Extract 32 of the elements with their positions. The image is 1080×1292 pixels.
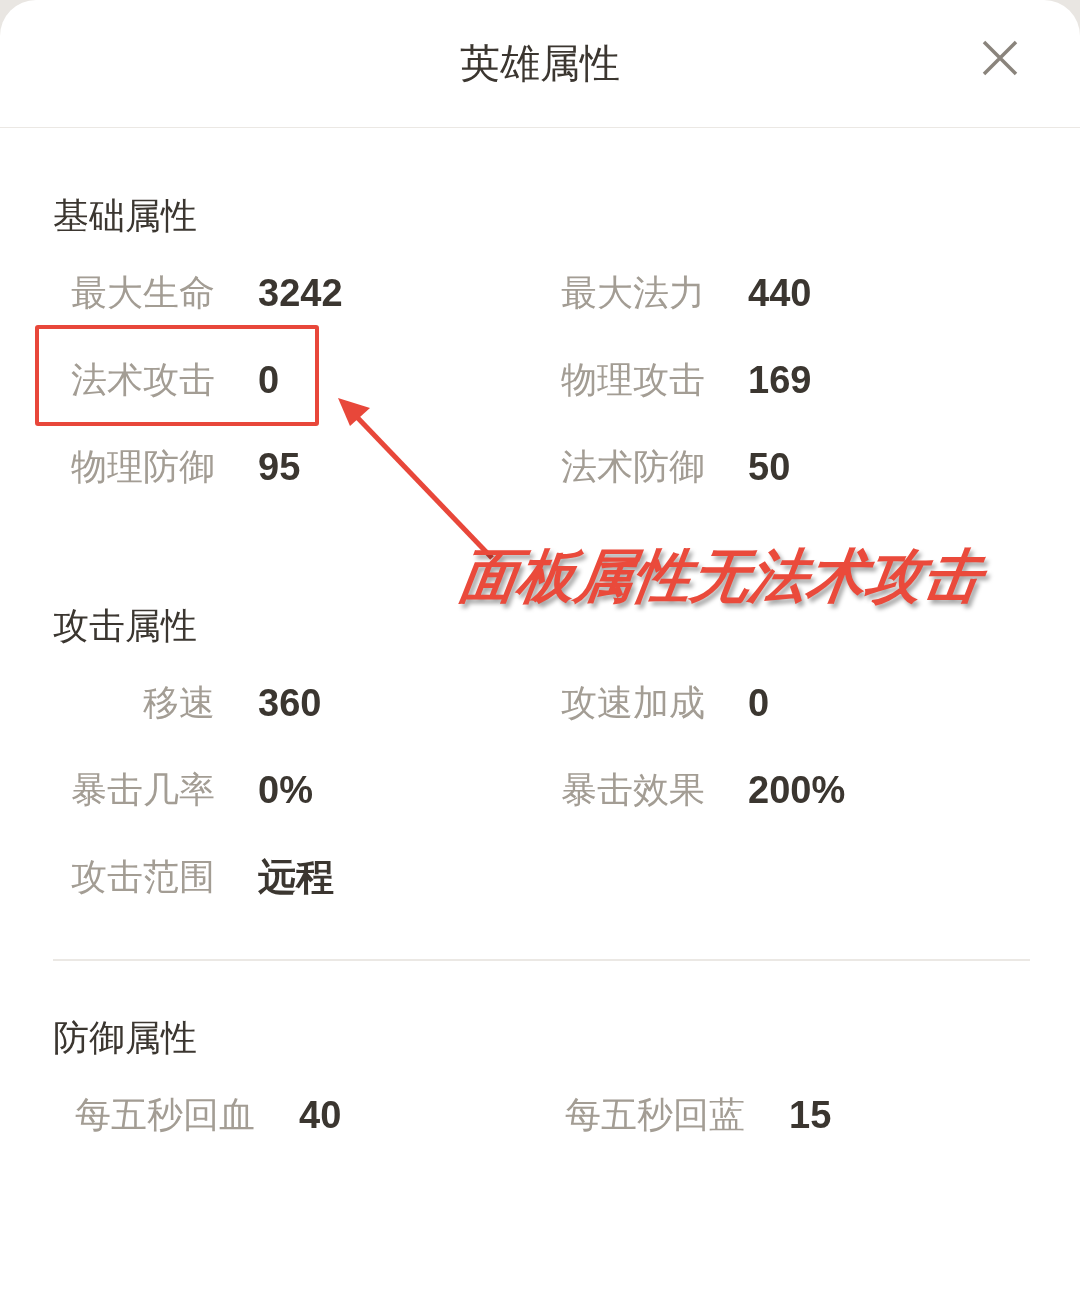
stat-value: 95 (258, 446, 301, 489)
stat-value: 0 (748, 682, 770, 725)
stat-value: 40 (299, 1094, 342, 1137)
stat-value: 360 (258, 682, 322, 725)
stat-value: 440 (748, 272, 812, 315)
stat-label: 物理攻击 (560, 358, 705, 402)
stat-value: 200% (748, 769, 846, 812)
close-icon[interactable] (982, 40, 1018, 76)
window-title: 英雄属性 (460, 39, 620, 88)
stat-value: 3242 (258, 272, 343, 315)
section-heading: 防御属性 (53, 1016, 198, 1060)
stat-label: 最大生命 (70, 271, 215, 315)
stat-label: 每五秒回血 (74, 1093, 255, 1137)
stat-value: 15 (789, 1094, 832, 1137)
stat-label: 法术攻击 (70, 358, 215, 402)
stat-label: 法术防御 (560, 445, 705, 489)
stat-value: 远程 (258, 855, 334, 900)
stat-label: 攻速加成 (560, 681, 705, 725)
stat-label: 攻击范围 (70, 855, 215, 899)
section-heading: 基础属性 (53, 194, 198, 238)
section-heading: 攻击属性 (53, 604, 198, 648)
stat-value: 169 (748, 359, 812, 402)
stat-value: 0 (258, 359, 280, 402)
stat-label: 每五秒回蓝 (564, 1093, 745, 1137)
stat-label: 最大法力 (560, 271, 705, 315)
stat-label: 暴击几率 (70, 768, 215, 812)
stat-label: 暴击效果 (560, 768, 705, 812)
annotation-text: 面板属性无法术攻击 (454, 541, 988, 612)
stat-value: 50 (748, 446, 791, 489)
stat-value: 0% (258, 769, 313, 812)
stat-label: 物理防御 (70, 445, 215, 489)
stat-label: 移速 (142, 681, 215, 725)
